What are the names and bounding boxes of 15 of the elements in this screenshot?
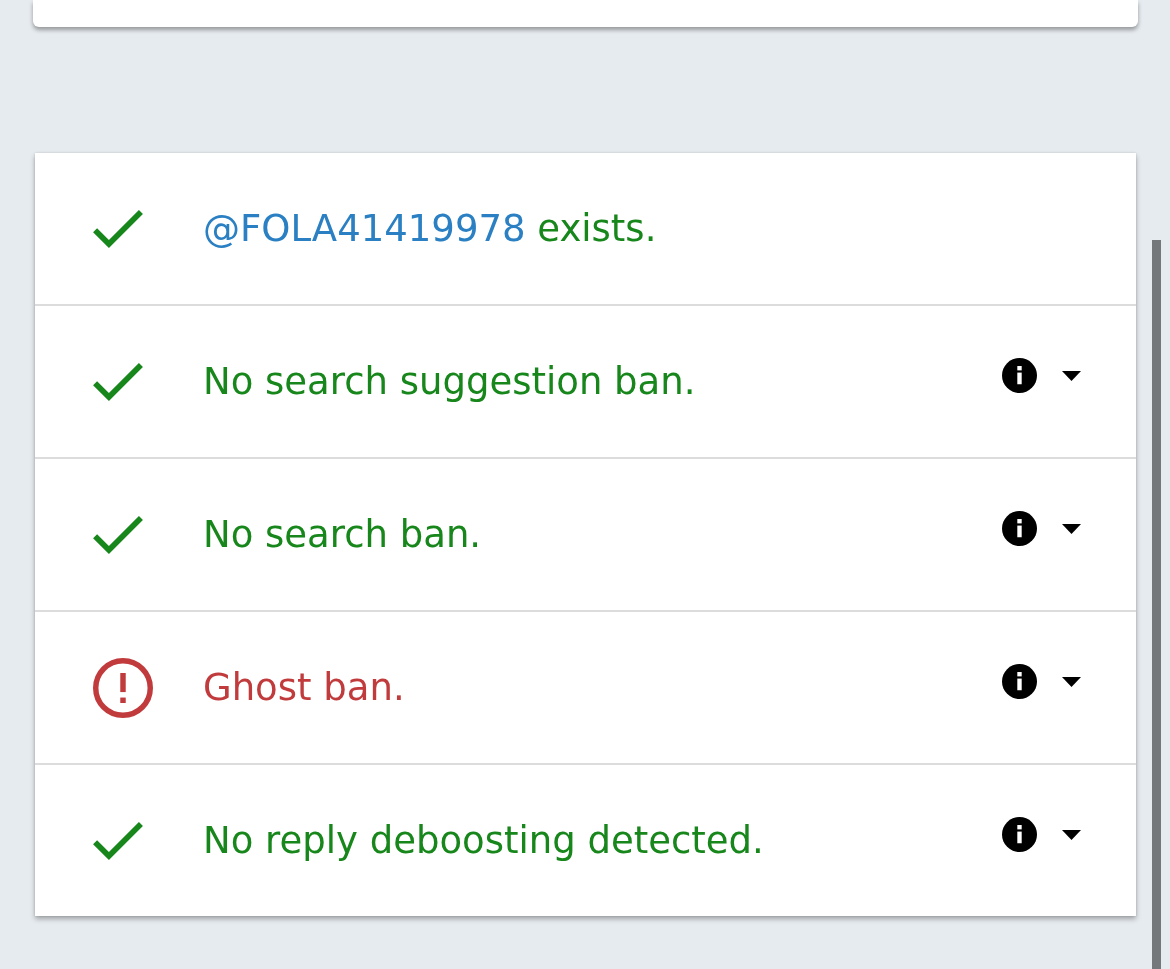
info-icon[interactable] [1002,817,1037,852]
scrollbar-thumb[interactable] [1152,240,1161,969]
status-text: No reply deboosting detected. [203,819,765,862]
caret-icon[interactable] [1062,523,1081,534]
status-text: No search ban. [203,513,483,556]
info-icon[interactable] [1002,511,1037,546]
status-text: No search suggestion ban. [203,360,697,403]
caret-icon[interactable] [1062,370,1081,381]
handle-link[interactable]: @FOLA41419978 [203,207,526,250]
caret-icon[interactable] [1062,829,1081,840]
info-icon[interactable] [1002,358,1037,393]
caret-icon[interactable] [1062,676,1081,687]
status-text: Ghost ban. [203,666,406,709]
status-text: @FOLA41419978 exists. [203,207,658,250]
info-icon[interactable] [1002,664,1037,699]
